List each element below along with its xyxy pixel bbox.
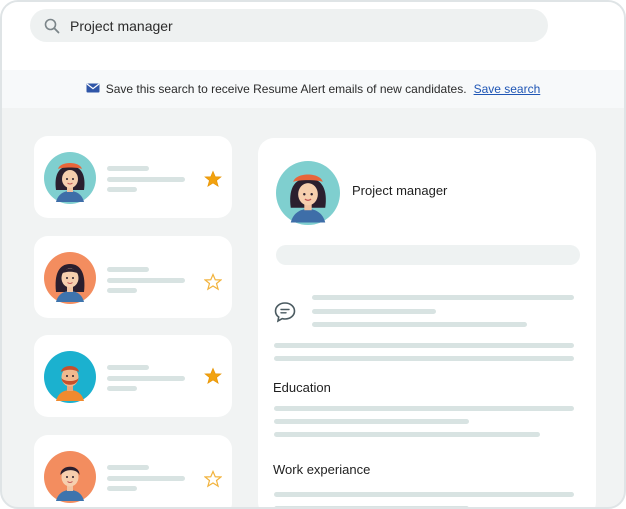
placeholder-line <box>107 267 149 272</box>
placeholder-line <box>107 476 185 481</box>
placeholder-line <box>107 465 149 470</box>
placeholder-line <box>274 419 469 424</box>
placeholder-line <box>107 177 185 182</box>
placeholder-line <box>107 278 185 283</box>
search-query[interactable]: Project manager <box>70 18 173 34</box>
search-bar[interactable]: Project manager <box>30 9 548 42</box>
placeholder-line <box>312 295 574 300</box>
placeholder-line <box>107 486 137 491</box>
placeholder-line <box>312 309 436 314</box>
education-heading: Education <box>273 380 331 395</box>
candidate-card[interactable] <box>34 236 232 318</box>
placeholder-line <box>312 322 527 327</box>
woman-beret-avatar <box>276 161 340 225</box>
search-icon <box>44 18 60 34</box>
star-outline-icon[interactable] <box>204 273 222 291</box>
placeholder-line <box>274 343 574 348</box>
woman-avatar <box>44 252 96 304</box>
app-window: Project manager Save this search to rece… <box>0 0 626 509</box>
star-filled-icon[interactable] <box>204 367 222 385</box>
candidate-card[interactable] <box>34 136 232 218</box>
save-search-link[interactable]: Save search <box>474 82 541 96</box>
placeholder-line <box>107 166 149 171</box>
envelope-icon <box>86 82 100 96</box>
placeholder-line <box>107 376 185 381</box>
candidate-title: Project manager <box>352 183 448 198</box>
star-outline-icon[interactable] <box>204 470 222 488</box>
placeholder-bar <box>276 245 580 265</box>
top-bar: Project manager <box>2 2 624 70</box>
candidate-card[interactable] <box>34 335 232 417</box>
woman-beret-avatar <box>44 152 96 204</box>
placeholder-line <box>107 288 137 293</box>
bearded-man-avatar <box>44 351 96 403</box>
candidate-card[interactable] <box>34 435 232 507</box>
placeholder-line <box>274 356 574 361</box>
placeholder-line <box>107 187 137 192</box>
placeholder-line <box>107 365 149 370</box>
man-avatar <box>44 451 96 503</box>
star-filled-icon[interactable] <box>204 170 222 188</box>
placeholder-line <box>107 386 137 391</box>
resume-alert-banner: Save this search to receive Resume Alert… <box>2 70 624 108</box>
candidate-detail-panel: Project manager Education Work experianc… <box>258 138 596 507</box>
placeholder-line <box>274 406 574 411</box>
alert-message: Save this search to receive Resume Alert… <box>105 82 467 96</box>
placeholder-line <box>274 432 540 437</box>
work-experience-heading: Work experiance <box>273 462 371 477</box>
chat-bubble-icon[interactable] <box>273 301 297 323</box>
placeholder-line <box>274 492 574 497</box>
